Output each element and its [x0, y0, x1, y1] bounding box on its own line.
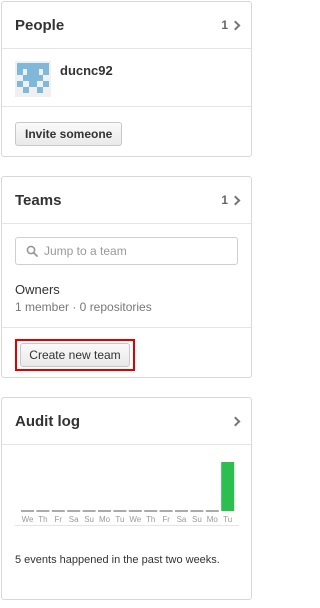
team-name-owners[interactable]: Owners: [15, 282, 60, 297]
chart-tick-label: Fr: [55, 515, 63, 524]
chart-tick-label: Th: [146, 515, 155, 524]
team-search-input[interactable]: [44, 244, 224, 258]
teams-panel: Teams 1 Owners 1 member · 0 repositories…: [1, 176, 252, 378]
teams-count[interactable]: 1: [221, 193, 241, 207]
avatar[interactable]: [15, 61, 51, 97]
chart-tick-label: Th: [38, 515, 47, 524]
chevron-right-icon: [230, 195, 241, 205]
chevron-right-icon: [230, 20, 241, 30]
chart-tick-label: Mo: [99, 515, 111, 524]
people-count-value: 1: [221, 18, 228, 32]
teams-header[interactable]: Teams 1: [2, 177, 251, 224]
divider: [2, 327, 251, 328]
people-count[interactable]: 1: [221, 18, 241, 32]
audit-header[interactable]: Audit log: [2, 398, 251, 445]
chart-tick-label: Sa: [177, 515, 187, 524]
identicon-icon: [15, 61, 51, 97]
chart-tick-label: Tu: [115, 515, 124, 524]
teams-title: Teams: [15, 191, 62, 209]
invite-someone-button[interactable]: Invite someone: [15, 122, 123, 146]
chart-tick-label: We: [22, 515, 34, 524]
chart-tick-label: Fr: [162, 515, 170, 524]
audit-log-panel: Audit log We Th Fr Sa Su Mo Tu We Th Fr Sa Su Mo Tu 5…: [1, 397, 252, 600]
audit-summary: 5 events happened in the past two weeks.: [15, 554, 220, 566]
chart-bar: [221, 462, 235, 511]
create-new-team-button[interactable]: Create new team: [20, 343, 130, 367]
chevron-right-icon: [230, 416, 241, 426]
chart-tick-label: Sa: [69, 515, 79, 524]
highlight-box: Create new team: [15, 339, 135, 371]
audit-title: Audit log: [15, 412, 80, 430]
activity-chart: We Th Fr Sa Su Mo Tu We Th Fr Sa Su Mo Tu: [15, 455, 239, 526]
chart-tick-label: Mo: [207, 515, 219, 524]
team-meta: 1 member · 0 repositories: [15, 300, 152, 314]
chart-tick-label: Su: [192, 515, 202, 524]
audit-link[interactable]: [228, 416, 241, 426]
people-header[interactable]: People 1: [2, 2, 251, 49]
chart-tick-label: Su: [84, 515, 94, 524]
people-title: People: [15, 16, 65, 34]
team-search[interactable]: [15, 237, 238, 265]
people-panel: People 1 ducnc92 Invite someone: [1, 1, 252, 157]
member-name[interactable]: ducnc92: [60, 63, 113, 78]
activity-chart-svg: We Th Fr Sa Su Mo Tu We Th Fr Sa Su Mo Tu: [21, 462, 235, 524]
chart-tick-label: We: [129, 515, 141, 524]
chart-tick-label: Tu: [223, 515, 232, 524]
teams-count-value: 1: [221, 193, 228, 207]
search-icon: [26, 245, 38, 257]
member-row[interactable]: ducnc92: [2, 49, 251, 107]
